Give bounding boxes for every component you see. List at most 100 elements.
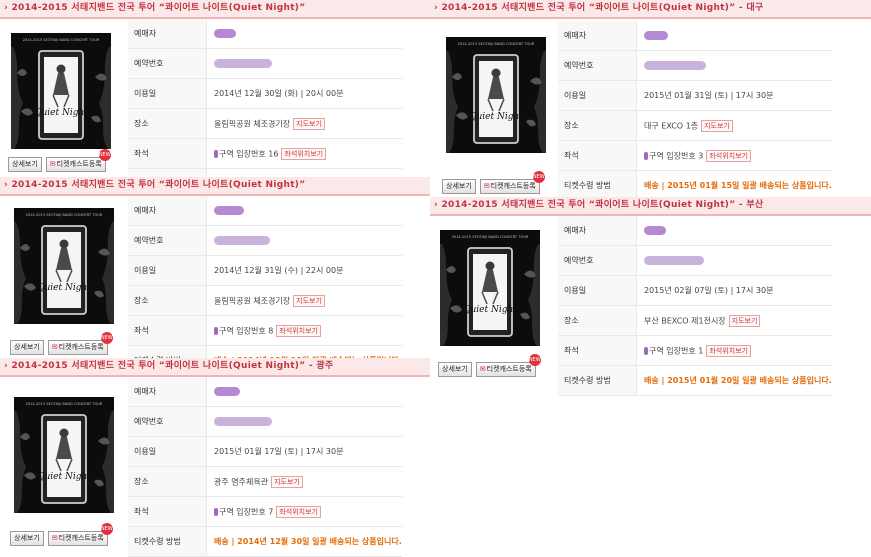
ticket-title: › 2014-2015 서태지밴드 전국 투어 “콰이어트 나이트(Quiet … xyxy=(0,177,430,196)
seat-label: 좌석 xyxy=(128,315,207,346)
seat-map-link[interactable]: 좌석위치보기 xyxy=(276,505,321,518)
seat-value: 구역 입장번호 3 xyxy=(649,151,704,160)
seat-value: 구역 입장번호 16 xyxy=(219,149,279,158)
date-label: 이용일 xyxy=(558,80,637,111)
concert-poster[interactable] xyxy=(11,33,111,149)
redacted-buyer xyxy=(644,226,666,235)
venue-label: 장소 xyxy=(558,110,637,141)
buyer-label: 예매자 xyxy=(128,196,207,226)
concert-poster[interactable] xyxy=(440,230,540,346)
ticketcast-register-button[interactable]: ✉티켓캐스트등록 NEW xyxy=(45,149,111,172)
date-value: 2015년 01월 31일 (토) | 17시 30분 xyxy=(636,80,832,111)
ticket-method-label: 티켓수령 방법 xyxy=(558,170,637,201)
date-label: 이용일 xyxy=(558,275,637,306)
seat-value: 구역 입장번호 8 xyxy=(219,326,274,335)
detail-button[interactable]: 상세보기 xyxy=(438,362,472,377)
date-value: 2015년 01월 17일 (토) | 17시 30분 xyxy=(206,436,402,467)
ticket-info-table: 예매자 예약번호 이용일 2015년 02월 07일 (토) | 17시 30분 … xyxy=(558,216,832,396)
buyer-label: 예매자 xyxy=(128,19,207,49)
ticketcast-register-button[interactable]: ✉티켓캐스트등록 NEW xyxy=(479,171,545,194)
new-badge: NEW xyxy=(532,171,545,183)
concert-poster[interactable] xyxy=(446,37,546,153)
ticket-icon: ✉ xyxy=(51,534,58,542)
redacted-booking-no xyxy=(214,236,270,245)
date-value: 2015년 02월 07일 (토) | 17시 30분 xyxy=(636,275,832,306)
redacted-seat-zone xyxy=(644,346,648,355)
detail-button[interactable]: 상세보기 xyxy=(442,179,476,194)
redacted-booking-no xyxy=(644,256,704,265)
ticket-title: › 2014-2015 서태지밴드 전국 투어 “콰이어트 나이트(Quiet … xyxy=(0,358,430,377)
redacted-seat-zone xyxy=(644,151,648,160)
venue-label: 장소 xyxy=(558,305,637,336)
ticket-card-3: › 2014-2015 서태지밴드 전국 투어 “콰이어트 나이트(Quiet … xyxy=(0,177,430,376)
redacted-seat-zone xyxy=(214,149,218,158)
redacted-seat-zone xyxy=(214,507,218,516)
map-link[interactable]: 지도보기 xyxy=(293,117,325,130)
date-label: 이용일 xyxy=(128,436,207,467)
venue-value: 광주 염주체육관 xyxy=(214,477,269,486)
ticket-card-1: › 2014-2015 서태지밴드 전국 투어 “콰이어트 나이트(Quiet … xyxy=(0,0,430,199)
concert-poster[interactable] xyxy=(14,397,114,513)
redacted-booking-no xyxy=(644,61,706,70)
delivery-value: 배송 | 2015년 01월 15일 일괄 배송되는 상품입니다. xyxy=(636,170,832,201)
redacted-buyer xyxy=(644,31,668,40)
ticket-icon: ✉ xyxy=(51,343,58,351)
seat-map-link[interactable]: 좌석위치보기 xyxy=(281,147,327,160)
venue-label: 장소 xyxy=(128,285,207,316)
ticket-info-table: 예매자 예약번호 이용일 2015년 01월 17일 (토) | 17시 30분 … xyxy=(128,377,402,557)
detail-button[interactable]: 상세보기 xyxy=(8,157,42,172)
buyer-label: 예매자 xyxy=(128,377,207,407)
ticket-icon: ✉ xyxy=(49,160,56,168)
redacted-buyer xyxy=(214,206,244,215)
ticket-icon: ✉ xyxy=(479,365,486,373)
venue-value: 올림픽공원 체조경기장 xyxy=(214,119,291,128)
redacted-booking-no xyxy=(214,59,272,68)
redacted-buyer xyxy=(214,387,240,396)
buyer-label: 예매자 xyxy=(558,21,637,51)
map-link[interactable]: 지도보기 xyxy=(728,314,761,327)
ticket-info-table: 예매자 예약번호 이용일 2014년 12월 31일 (수) | 22시 00분 … xyxy=(128,196,402,376)
seat-map-link[interactable]: 좌석위치보기 xyxy=(706,344,751,357)
buyer-label: 예매자 xyxy=(558,216,637,246)
new-badge: NEW xyxy=(100,523,113,535)
map-link[interactable]: 지도보기 xyxy=(293,294,325,307)
venue-value: 올림픽공원 체조경기장 xyxy=(214,296,291,305)
ticket-info-table: 예매자 예약번호 이용일 2015년 01월 31일 (토) | 17시 30분 … xyxy=(558,21,832,201)
date-label: 이용일 xyxy=(128,255,207,286)
seat-label: 좌석 xyxy=(128,496,207,527)
date-value: 2014년 12월 31일 (수) | 22시 00분 xyxy=(206,255,402,286)
ticket-title: › 2014-2015 서태지밴드 전국 투어 “콰이어트 나이트(Quiet … xyxy=(430,0,871,19)
ticket-title: › 2014-2015 서태지밴드 전국 투어 “콰이어트 나이트(Quiet … xyxy=(430,197,871,216)
booking-no-label: 예약번호 xyxy=(558,245,637,276)
ticketcast-register-button[interactable]: ✉티켓캐스트등록 NEW xyxy=(475,354,541,377)
detail-button[interactable]: 상세보기 xyxy=(10,340,44,355)
redacted-booking-no xyxy=(214,417,272,426)
booking-no-label: 예약번호 xyxy=(128,225,207,256)
ticket-title: › 2014-2015 서태지밴드 전국 투어 “콰이어트 나이트(Quiet … xyxy=(0,0,430,19)
booking-no-label: 예약번호 xyxy=(128,406,207,437)
venue-value: 부산 BEXCO 제1전시장 xyxy=(644,316,726,325)
new-badge: NEW xyxy=(100,332,113,344)
ticketcast-register-button[interactable]: ✉티켓캐스트등록 NEW xyxy=(47,332,113,355)
seat-map-link[interactable]: 좌석위치보기 xyxy=(706,149,751,162)
venue-value: 대구 EXCO 1층 xyxy=(644,121,699,130)
ticket-method-label: 티켓수령 방법 xyxy=(558,365,637,396)
seat-value: 구역 입장번호 1 xyxy=(649,346,704,355)
ticket-card-2: › 2014-2015 서태지밴드 전국 투어 “콰이어트 나이트(Quiet … xyxy=(430,0,871,201)
map-link[interactable]: 지도보기 xyxy=(271,475,303,488)
concert-poster[interactable] xyxy=(14,208,114,324)
detail-button[interactable]: 상세보기 xyxy=(10,531,44,546)
seat-map-link[interactable]: 좌석위치보기 xyxy=(276,324,321,337)
poster-area: 상세보기 ✉티켓캐스트등록 NEW xyxy=(0,19,129,177)
map-link[interactable]: 지도보기 xyxy=(701,119,733,132)
redacted-seat-zone xyxy=(214,326,218,335)
booking-no-label: 예약번호 xyxy=(558,50,637,81)
ticketcast-register-button[interactable]: ✉티켓캐스트등록 NEW xyxy=(47,523,113,546)
date-value: 2014년 12월 30일 (화) | 20시 00분 xyxy=(206,78,402,109)
venue-label: 장소 xyxy=(128,466,207,497)
delivery-value: 배송 | 2015년 01월 20일 일괄 배송되는 상품입니다. xyxy=(636,365,832,396)
ticket-info-table: 예매자 예약번호 이용일 2014년 12월 30일 (화) | 20시 00분 … xyxy=(128,19,402,199)
ticket-icon: ✉ xyxy=(483,182,490,190)
seat-label: 좌석 xyxy=(128,138,207,169)
venue-label: 장소 xyxy=(128,108,207,139)
